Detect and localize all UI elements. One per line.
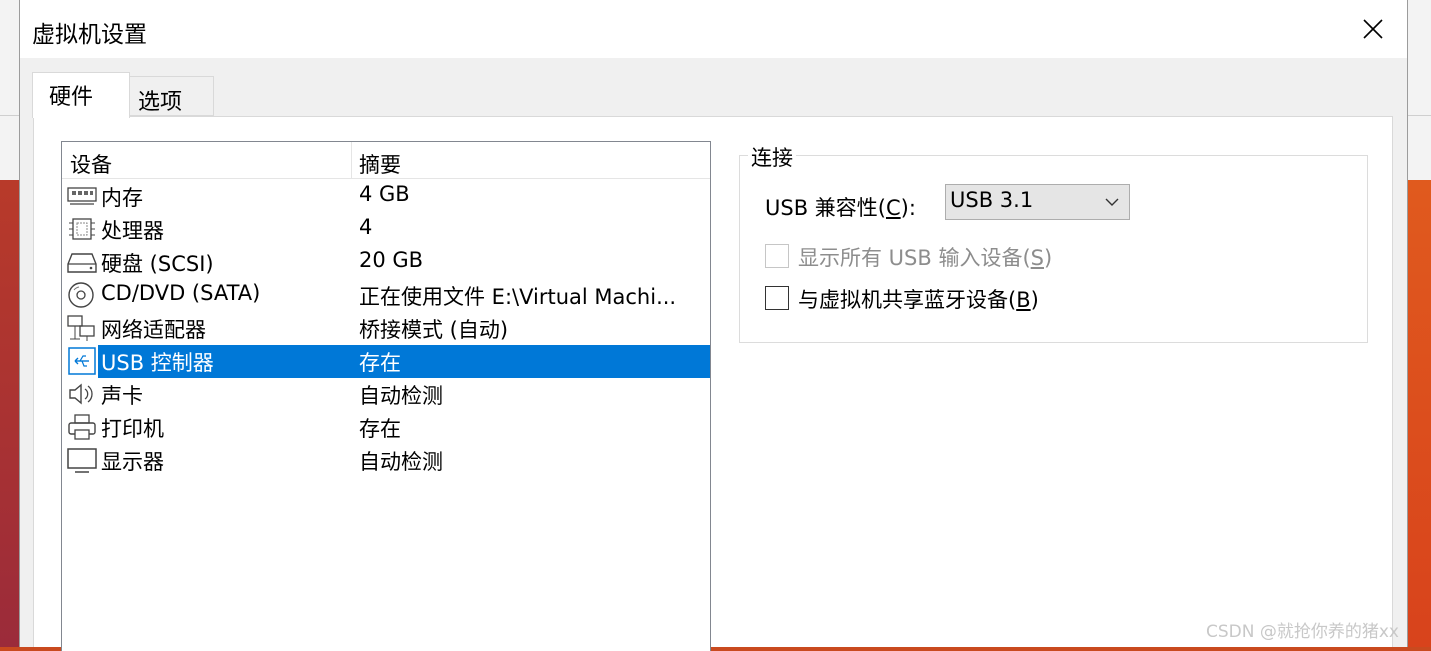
title-bar: 虚拟机设置 xyxy=(20,0,1407,58)
printer-icon xyxy=(68,414,96,440)
connection-group-label: 连接 xyxy=(748,142,796,172)
usb-compat-value: USB 3.1 xyxy=(950,188,1034,212)
tab-hardware[interactable]: 硬件 xyxy=(32,72,130,118)
device-list[interactable]: 设备 摘要 内存 4 GB 处理器 4 硬盘 (SCSI) 20 GB CD/D… xyxy=(61,141,711,651)
desktop-background-right xyxy=(1408,0,1431,647)
device-summary: 自动检测 xyxy=(359,450,443,474)
device-row-hard-disk[interactable]: 硬盘 (SCSI) 20 GB xyxy=(62,246,710,279)
usb-compat-label: USB 兼容性(C): xyxy=(765,196,916,220)
usb-compat-select[interactable]: USB 3.1 xyxy=(945,184,1130,220)
device-summary: 自动检测 xyxy=(359,384,443,408)
device-row-usb-controller[interactable]: USB 控制器 存在 xyxy=(62,345,710,378)
show-all-usb-checkbox[interactable] xyxy=(765,244,789,268)
speaker-icon xyxy=(69,383,93,405)
close-icon xyxy=(1363,19,1383,39)
cd-dvd-icon xyxy=(68,282,94,308)
column-header-summary[interactable]: 摘要 xyxy=(359,149,401,179)
show-all-usb-label: 显示所有 USB 输入设备(S) xyxy=(798,246,1053,270)
memory-icon xyxy=(67,187,97,205)
hard-disk-icon xyxy=(67,253,97,273)
close-button[interactable] xyxy=(1339,0,1407,58)
device-row-network-adapter[interactable]: 网络适配器 桥接模式 (自动) xyxy=(62,312,710,345)
connection-group: 连接 USB 兼容性(C): USB 3.1 显示所有 USB 输入设备(S) … xyxy=(739,142,1368,343)
watermark: CSDN @就抢你养的猪xx xyxy=(1206,622,1399,642)
background-divider xyxy=(0,115,19,116)
device-name: 处理器 xyxy=(101,219,164,243)
device-summary: 20 GB xyxy=(359,248,424,272)
hardware-panel: 设备 摘要 内存 4 GB 处理器 4 硬盘 (SCSI) 20 GB CD/D… xyxy=(33,116,1393,651)
device-row-display[interactable]: 显示器 自动检测 xyxy=(62,444,710,477)
usb-icon xyxy=(68,347,96,375)
device-list-header: 设备 摘要 xyxy=(62,142,710,179)
device-summary: 4 GB xyxy=(359,182,410,206)
device-name: 声卡 xyxy=(101,384,143,408)
device-summary: 存在 xyxy=(359,417,401,441)
device-name: 硬盘 (SCSI) xyxy=(101,252,214,276)
device-name: 网络适配器 xyxy=(101,318,206,342)
device-name: 显示器 xyxy=(101,450,164,474)
device-row-cd-dvd[interactable]: CD/DVD (SATA) 正在使用文件 E:\Virtual Machi... xyxy=(62,279,710,312)
device-row-printer[interactable]: 打印机 存在 xyxy=(62,411,710,444)
device-name: 内存 xyxy=(101,186,143,210)
share-bluetooth-checkbox[interactable] xyxy=(765,286,789,310)
device-row-memory[interactable]: 内存 4 GB xyxy=(62,180,710,213)
monitor-icon xyxy=(67,448,97,473)
desktop-background-left xyxy=(0,0,19,647)
window-title: 虚拟机设置 xyxy=(32,22,147,48)
processor-icon xyxy=(69,218,95,240)
tab-options[interactable]: 选项 xyxy=(130,76,214,116)
device-summary: 4 xyxy=(359,215,373,239)
device-name: USB 控制器 xyxy=(101,351,214,375)
device-name: 打印机 xyxy=(101,417,164,441)
column-header-device[interactable]: 设备 xyxy=(70,149,112,179)
column-divider xyxy=(351,142,352,178)
device-row-sound-card[interactable]: 声卡 自动检测 xyxy=(62,378,710,411)
vm-settings-dialog: 虚拟机设置 硬件 选项 设备 摘要 内存 4 GB 处理器 4 硬盘 (SCSI… xyxy=(19,0,1408,651)
background-divider xyxy=(1408,115,1431,116)
chevron-down-icon xyxy=(1105,198,1119,206)
device-row-processor[interactable]: 处理器 4 xyxy=(62,213,710,246)
device-summary: 存在 xyxy=(359,351,401,375)
network-adapter-icon xyxy=(67,315,95,341)
device-summary: 桥接模式 (自动) xyxy=(359,318,509,342)
device-name: CD/DVD (SATA) xyxy=(101,281,261,305)
share-bluetooth-label: 与虚拟机共享蓝牙设备(B) xyxy=(798,288,1039,312)
device-summary: 正在使用文件 E:\Virtual Machi... xyxy=(359,285,677,309)
